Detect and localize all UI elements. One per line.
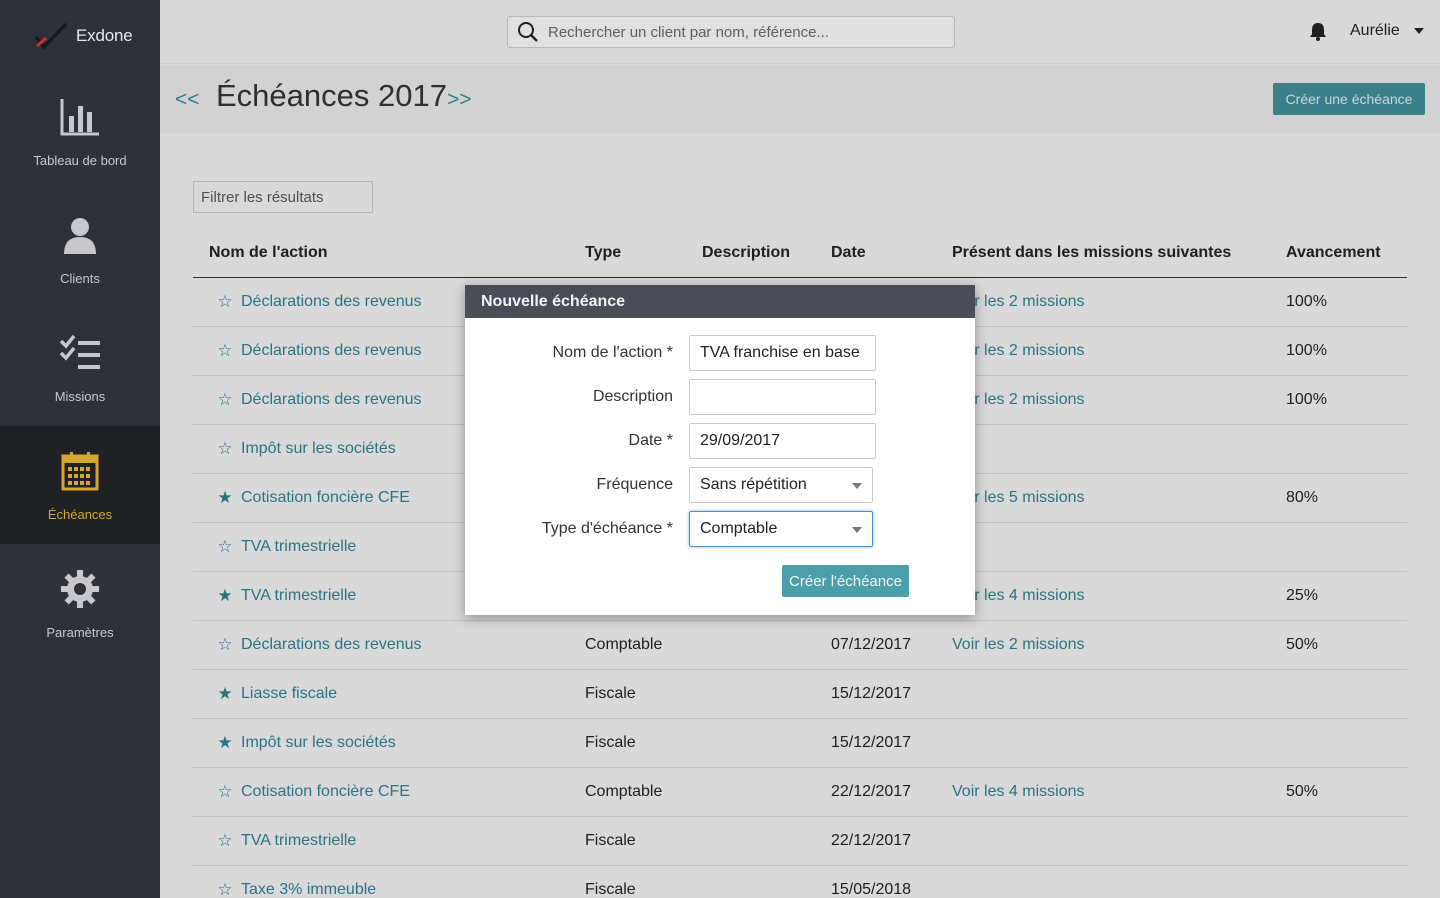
name-field[interactable] xyxy=(689,335,876,371)
form-row-date: Date * xyxy=(465,423,975,459)
description-label: Description xyxy=(592,388,673,405)
sidebar-item-label: Paramètres xyxy=(46,624,114,640)
app-name: Exdone xyxy=(76,26,133,45)
type-value: Comptable xyxy=(700,520,778,537)
date-field[interactable] xyxy=(689,423,876,459)
sidebar-item-clients[interactable]: Clients xyxy=(0,190,160,308)
submit-echeance-button[interactable]: Créer l'échéance xyxy=(782,565,909,597)
sidebar-item-label: Missions xyxy=(54,388,106,404)
form-row-description: Description xyxy=(465,379,975,415)
user-icon xyxy=(58,213,102,257)
checkmark-logo-icon xyxy=(34,22,68,50)
sidebar-item-label: Tableau de bord xyxy=(33,152,127,168)
frequency-select[interactable]: Sans répétition xyxy=(689,467,873,503)
name-label: Nom de l'action * xyxy=(552,344,673,361)
app-logo[interactable]: Exdone xyxy=(0,0,160,72)
new-echeance-modal: Nouvelle échéance Nom de l'action * Desc… xyxy=(465,285,975,615)
calendar-icon xyxy=(58,449,102,493)
chevron-down-icon xyxy=(852,527,862,533)
date-label: Date * xyxy=(628,432,673,449)
sidebar: Exdone Tableau de bord Clients Missions … xyxy=(0,0,160,898)
sidebar-item-parametres[interactable]: Paramètres xyxy=(0,544,160,662)
form-row-frequency: Fréquence Sans répétition xyxy=(465,467,975,503)
chevron-down-icon xyxy=(852,483,862,489)
description-field[interactable] xyxy=(689,379,876,415)
sidebar-item-dashboard[interactable]: Tableau de bord xyxy=(0,72,160,190)
frequency-value: Sans répétition xyxy=(700,476,807,493)
sidebar-item-missions[interactable]: Missions xyxy=(0,308,160,426)
sidebar-item-echeances[interactable]: Échéances xyxy=(0,426,160,544)
checklist-icon xyxy=(58,331,102,375)
sidebar-item-label: Échéances xyxy=(47,506,113,522)
gear-icon xyxy=(58,567,102,611)
form-row-name: Nom de l'action * xyxy=(465,335,975,371)
bar-chart-icon xyxy=(58,95,102,139)
form-row-type: Type d'échéance * Comptable xyxy=(465,511,975,547)
modal-title: Nouvelle échéance xyxy=(465,285,975,318)
type-select[interactable]: Comptable xyxy=(689,511,873,547)
type-label: Type d'échéance * xyxy=(541,520,673,537)
sidebar-item-label: Clients xyxy=(60,270,100,286)
frequency-label: Fréquence xyxy=(596,476,674,493)
